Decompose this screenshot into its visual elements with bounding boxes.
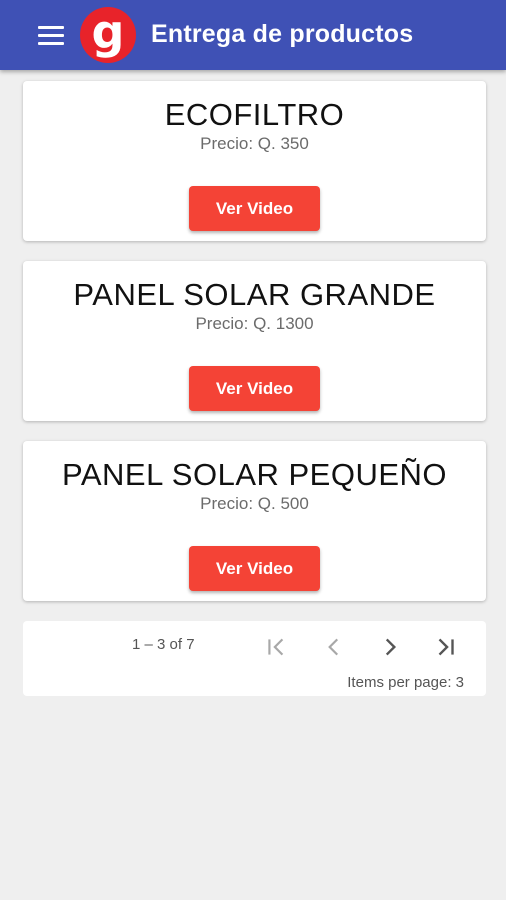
product-card: ECOFILTRO Precio: Q. 350 Ver Video — [23, 81, 486, 241]
product-price: Precio: Q. 1300 — [195, 314, 314, 333]
menu-icon[interactable] — [36, 25, 66, 47]
first-page-icon[interactable] — [261, 631, 293, 663]
watch-video-button[interactable]: Ver Video — [189, 546, 320, 591]
product-price: Precio: Q. 350 — [200, 134, 309, 153]
product-card: PANEL SOLAR PEQUEÑO Precio: Q. 500 Ver V… — [23, 441, 486, 601]
page-title: Entrega de productos — [151, 20, 414, 48]
logo-letter: g — [91, 5, 125, 59]
last-page-icon[interactable] — [430, 631, 462, 663]
previous-page-icon[interactable] — [318, 631, 350, 663]
product-price: Precio: Q. 500 — [200, 494, 309, 513]
watch-video-button[interactable]: Ver Video — [189, 366, 320, 411]
product-name: ECOFILTRO — [164, 97, 345, 132]
product-name: PANEL SOLAR GRANDE — [73, 277, 436, 312]
app-bar: g Entrega de productos — [0, 0, 506, 70]
range-label: 1 – 3 of 7 — [132, 636, 195, 653]
app-logo: g — [80, 7, 136, 63]
items-per-page-label: Items per page: 3 — [347, 674, 464, 691]
watch-video-button[interactable]: Ver Video — [189, 186, 320, 231]
next-page-icon[interactable] — [374, 631, 406, 663]
product-card: PANEL SOLAR GRANDE Precio: Q. 1300 Ver V… — [23, 261, 486, 421]
product-name: PANEL SOLAR PEQUEÑO — [61, 457, 448, 492]
paginator: 1 – 3 of 7 Items per page: 3 — [23, 621, 486, 696]
